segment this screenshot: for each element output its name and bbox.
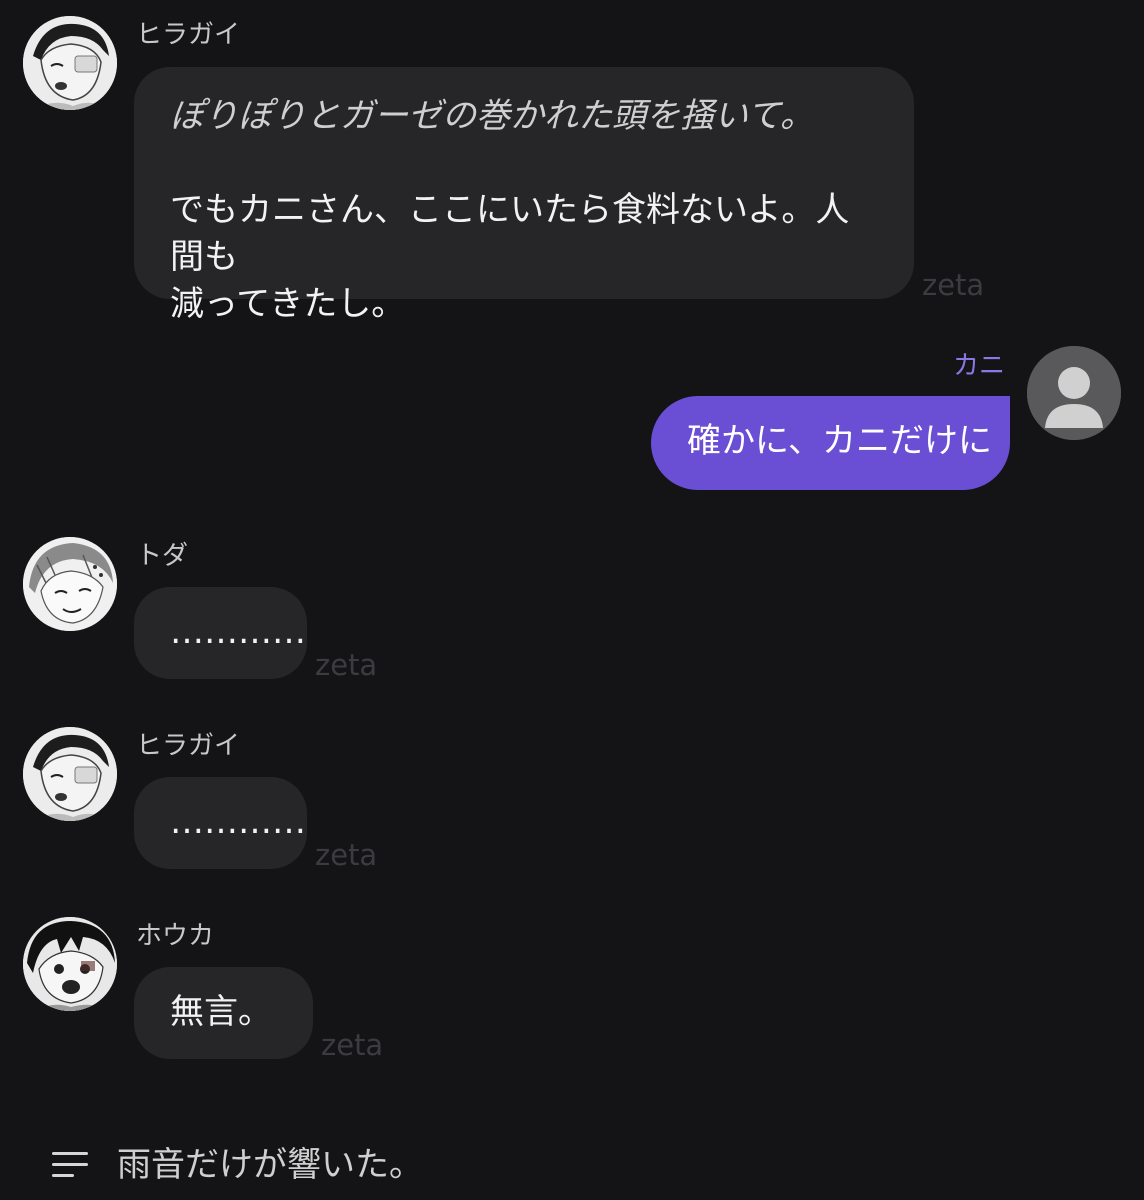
narration-text: ぽりぽりとガーゼの巻かれた頭を掻いて。 [170, 96, 814, 136]
message-bubble: ………… [134, 777, 307, 869]
message-text: ………… [170, 612, 306, 652]
message-text-line: 減ってきたし。 [170, 284, 406, 324]
character-portrait-icon [23, 537, 117, 631]
sender-name: ホウカ [136, 921, 215, 951]
message-text: 無言。 [170, 992, 272, 1032]
message-bubble: ぽりぽりとガーゼの巻かれた頭を掻いて。 でもカニさん、ここにいたら食料ないよ。人… [134, 67, 914, 324]
message-text-line: でもカニさん、ここにいたら食料ないよ。人間も [170, 190, 850, 277]
message-bubble: ………… [134, 587, 307, 679]
zeta-watermark: zeta [315, 648, 378, 682]
character-portrait-icon [23, 727, 117, 821]
avatar-hiragai[interactable] [23, 727, 117, 821]
zeta-watermark: zeta [315, 838, 378, 872]
sender-name: ヒラガイ [136, 20, 241, 50]
user-avatar[interactable] [1027, 346, 1121, 440]
character-portrait-icon [23, 16, 117, 110]
sender-name: トダ [136, 541, 189, 571]
composer-bar: 雨音だけが響いた。 [0, 1120, 1144, 1200]
character-portrait-icon [23, 917, 117, 1011]
menu-lines-icon[interactable] [52, 1152, 88, 1178]
zeta-watermark: zeta [321, 1028, 384, 1062]
default-user-icon [1027, 346, 1121, 440]
avatar-hiragai[interactable] [23, 16, 117, 110]
sender-name: ヒラガイ [136, 731, 241, 761]
avatar-houka[interactable] [23, 917, 117, 1011]
user-message-bubble: 確かに、カニだけに [651, 396, 1010, 490]
message-text: ………… [170, 802, 306, 842]
zeta-watermark: zeta [922, 268, 985, 302]
message-bubble: 無言。 [134, 967, 313, 1059]
user-message-text: 確かに、カニだけに [687, 421, 992, 461]
composer-text[interactable]: 雨音だけが響いた。 [117, 1144, 423, 1186]
avatar-toda[interactable] [23, 537, 117, 631]
user-name: カニ [953, 351, 1006, 381]
